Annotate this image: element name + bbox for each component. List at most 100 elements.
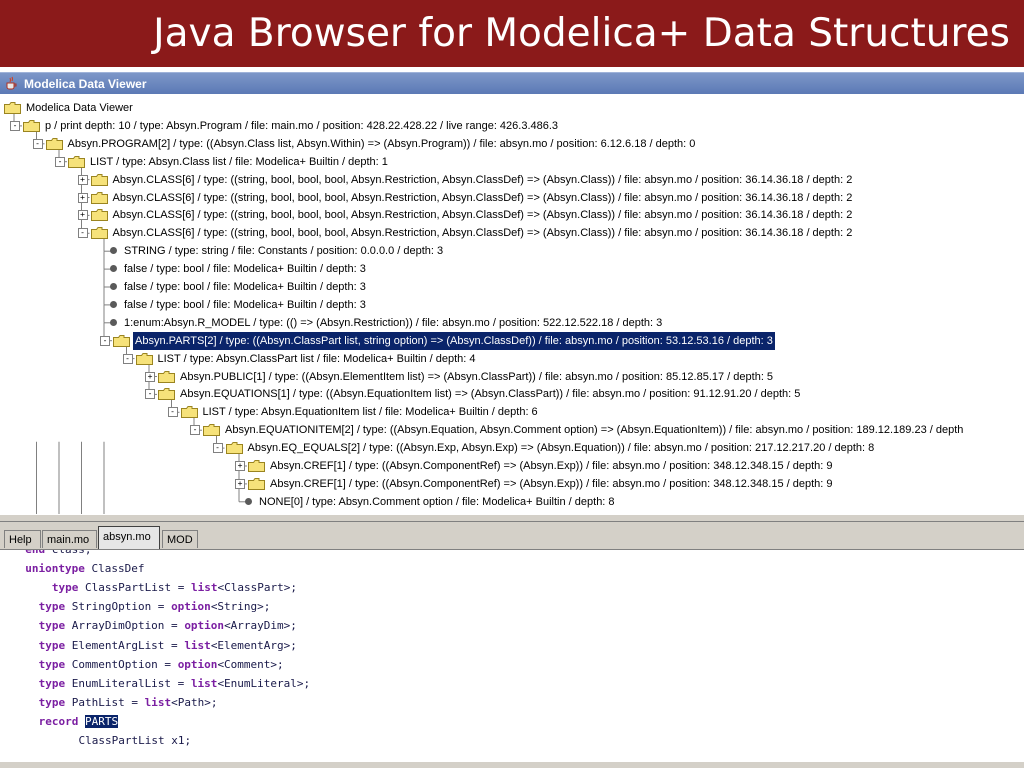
tree-node-label[interactable]: Absyn.EQUATIONITEM[2] / type: ((Absyn.Eq…	[223, 421, 965, 439]
tree-node-label[interactable]: Absyn.PUBLIC[1] / type: ((Absyn.ElementI…	[178, 368, 775, 386]
tree-node-label[interactable]: NONE[0] / type: Absyn.Comment option / f…	[257, 493, 617, 511]
tab-absyn-mo[interactable]: absyn.mo	[98, 526, 160, 550]
code-line: type ElementArgList = list<ElementArg>;	[39, 636, 297, 655]
collapse-toggle-icon[interactable]: -	[145, 389, 155, 400]
code-text: ElementArgList =	[65, 638, 185, 652]
file-tab-strip: Help main.mo absyn.mo MOD	[0, 522, 1024, 550]
tab-mod[interactable]: MOD	[162, 530, 198, 548]
tree-node-label[interactable]: false / type: bool / file: Modelica+ Bui…	[122, 296, 368, 314]
code-line: type PathList = list<Path>;	[39, 693, 218, 712]
collapse-toggle-icon[interactable]: -	[167, 407, 178, 418]
code-text: class;	[52, 550, 92, 556]
folder-icon	[248, 477, 265, 490]
folder-icon	[135, 352, 153, 365]
folder-icon	[158, 388, 175, 401]
folder-icon	[90, 227, 108, 240]
tree-node-label[interactable]: Modelica Data Viewer	[24, 99, 135, 117]
folder-icon	[225, 442, 243, 455]
java-cup-icon	[6, 76, 17, 90]
code-line: ClassPartList x1;	[79, 731, 192, 750]
tree-node-label[interactable]: Absyn.CLASS[6] / type: ((string, bool, b…	[111, 189, 855, 207]
expand-toggle-icon[interactable]: +	[77, 192, 88, 203]
leaf-node-icon	[110, 318, 117, 326]
folder-icon	[113, 334, 130, 347]
tree-node-label[interactable]: false / type: bool / file: Modelica+ Bui…	[122, 278, 368, 296]
slide-title-bar: Java Browser for Modelica+ Data Structur…	[0, 0, 1024, 67]
code-keyword: option	[171, 600, 211, 614]
tree-node-label[interactable]: p / print depth: 10 / type: Absyn.Progra…	[43, 117, 560, 135]
folder-icon	[158, 370, 175, 383]
modelica-data-viewer-window: Modelica Data Viewer Modelica Data Viewe…	[0, 72, 1024, 768]
code-keyword: list	[144, 695, 172, 709]
tree-node-label[interactable]: Absyn.CLASS[6] / type: ((string, bool, b…	[111, 206, 855, 224]
expand-toggle-icon[interactable]: +	[77, 174, 88, 185]
code-text: <EnumLiteral>;	[217, 676, 311, 690]
folder-icon	[68, 155, 85, 168]
code-keyword: type	[38, 600, 66, 614]
tree-node-label[interactable]: Absyn.EQUATIONS[1] / type: ((Absyn.Equat…	[178, 385, 802, 403]
tree-node-label[interactable]: Absyn.CREF[1] / type: ((Absyn.ComponentR…	[268, 457, 835, 475]
code-text: EnumLiteralList =	[65, 676, 191, 690]
horizontal-scrollbar[interactable]	[0, 762, 1024, 768]
collapse-toggle-icon[interactable]: -	[55, 156, 65, 167]
tree-node-label[interactable]: LIST / type: Absyn.ClassPart list / file…	[156, 350, 478, 368]
leaf-node-icon	[110, 283, 117, 290]
code-line: type StringOption = option<String>;	[39, 597, 271, 616]
collapse-toggle-icon[interactable]: -	[77, 228, 88, 239]
code-keyword: type	[38, 638, 66, 652]
tree-node-label[interactable]: STRING / type: string / file: Constants …	[122, 242, 445, 260]
window-titlebar[interactable]: Modelica Data Viewer	[0, 72, 1024, 94]
code-line: type EnumLiteralList = list<EnumLiteral>…	[39, 674, 311, 693]
code-line: type CommentOption = option<Comment>;	[39, 655, 284, 674]
folder-icon	[45, 137, 63, 150]
leaf-node-icon	[110, 300, 117, 308]
expand-toggle-icon[interactable]: +	[145, 371, 155, 382]
code-line: uniontype ClassDef	[25, 559, 144, 578]
tree-node-label-selected[interactable]: Absyn.PARTS[2] / type: ((Absyn.ClassPart…	[133, 331, 775, 350]
source-code-view[interactable]: end class;uniontype ClassDeftype ClassPa…	[0, 550, 1024, 768]
expand-toggle-icon[interactable]: +	[77, 210, 88, 221]
tab-main-mo[interactable]: main.mo	[42, 530, 97, 548]
tree-node-label[interactable]: Absyn.CLASS[6] / type: ((string, bool, b…	[111, 171, 855, 189]
slide-title: Java Browser for Modelica+ Data Structur…	[153, 11, 1010, 56]
data-tree[interactable]: Modelica Data Viewer - p / print depth: 10…	[0, 96, 1024, 514]
tree-node-label[interactable]: Absyn.CREF[1] / type: ((Absyn.ComponentR…	[268, 475, 835, 493]
collapse-toggle-icon[interactable]: -	[212, 443, 223, 454]
tree-node-label[interactable]: false / type: bool / file: Modelica+ Bui…	[122, 260, 368, 278]
code-line: type ClassPartList = list<ClassPart>;	[52, 578, 297, 597]
expand-toggle-icon[interactable]: +	[235, 478, 245, 489]
collapse-toggle-icon[interactable]: -	[32, 138, 43, 149]
tree-node-label[interactable]: Absyn.EQ_EQUALS[2] / type: ((Absyn.Exp, …	[246, 439, 877, 457]
collapse-toggle-icon[interactable]: -	[100, 335, 110, 346]
folder-icon	[180, 406, 198, 419]
code-keyword: record	[38, 714, 79, 728]
collapse-toggle-icon[interactable]: -	[190, 425, 200, 436]
folder-icon	[203, 424, 220, 437]
code-text: <ElementArg>;	[210, 638, 297, 652]
folder-icon	[23, 119, 40, 132]
collapse-toggle-icon[interactable]: -	[10, 120, 20, 131]
code-line: record PARTS	[39, 712, 119, 731]
code-keyword: list	[190, 676, 218, 690]
collapse-toggle-icon[interactable]: -	[122, 353, 133, 364]
expand-toggle-icon[interactable]: +	[235, 461, 245, 471]
selected-code-token: PARTS	[84, 714, 119, 728]
tree-node-label[interactable]: Absyn.PROGRAM[2] / type: ((Absyn.Class l…	[66, 135, 698, 153]
code-keyword: type	[38, 657, 66, 671]
code-keyword: list	[190, 581, 218, 595]
tree-node-label[interactable]: LIST / type: Absyn.Class list / file: Mo…	[88, 153, 390, 171]
code-line: type ArrayDimOption = option<ArrayDim>;	[39, 616, 297, 635]
code-keyword: type	[38, 619, 66, 633]
code-keyword: uniontype	[25, 562, 85, 576]
code-text: <Comment>;	[217, 657, 284, 671]
code-text: PathList =	[65, 695, 145, 709]
tree-node-label[interactable]: Absyn.CLASS[6] / type: ((string, bool, b…	[111, 224, 855, 242]
tab-help[interactable]: Help	[4, 530, 41, 548]
code-text: <ClassPart>;	[217, 581, 297, 595]
tree-node-label[interactable]: LIST / type: Absyn.EquationItem list / f…	[201, 403, 540, 421]
tree-node-label[interactable]: 1:enum:Absyn.R_MODEL / type: (() => (Abs…	[122, 314, 664, 332]
folder-icon	[90, 191, 108, 204]
code-text: CommentOption =	[65, 657, 178, 671]
split-pane-divider[interactable]	[0, 514, 1024, 522]
code-keyword: type	[51, 581, 79, 595]
